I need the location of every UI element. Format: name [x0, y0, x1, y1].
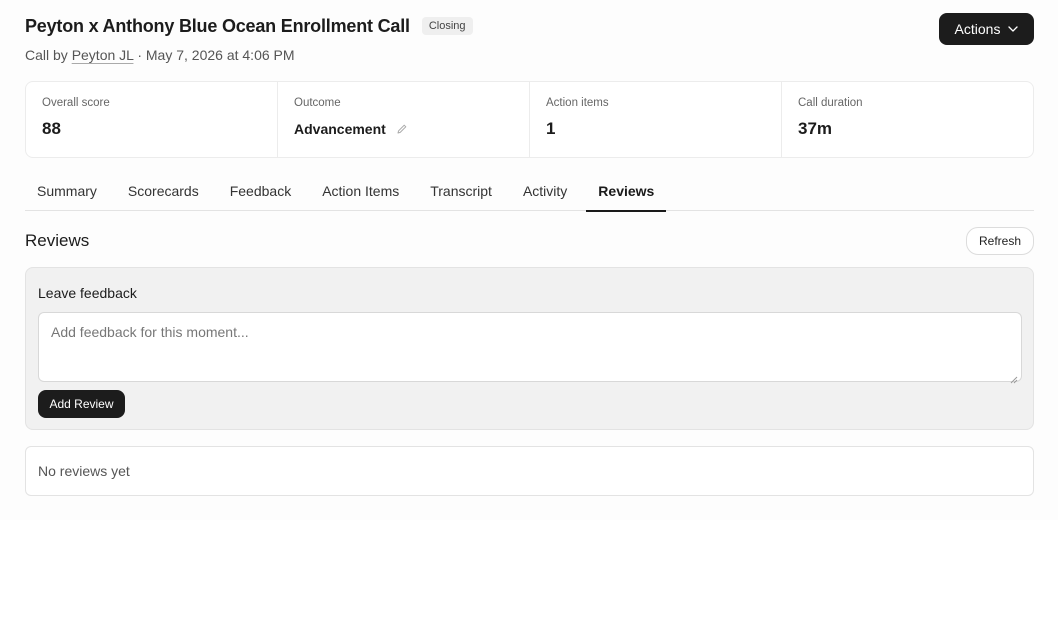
stat-call-duration: Call duration 37m — [782, 82, 1033, 157]
author-link[interactable]: Peyton JL — [72, 47, 134, 63]
tab-bar: Summary Scorecards Feedback Action Items… — [25, 172, 1034, 212]
leave-feedback-label: Leave feedback — [38, 285, 137, 301]
resize-grip-icon[interactable] — [1010, 371, 1018, 389]
stat-value: Advancement — [294, 121, 386, 137]
tab-feedback[interactable]: Feedback — [218, 172, 303, 211]
meta-separator: · — [137, 47, 142, 63]
stat-overall-score: Overall score 88 — [26, 82, 278, 157]
tab-activity[interactable]: Activity — [511, 172, 579, 211]
actions-button[interactable]: Actions — [939, 13, 1034, 45]
chevron-down-icon — [1008, 26, 1019, 32]
leave-feedback-card: Leave feedback Add Review — [25, 267, 1034, 430]
stat-value-row: Advancement — [294, 121, 513, 137]
stats-bar: Overall score 88 Outcome Advancement Act… — [25, 81, 1034, 158]
tab-action-items[interactable]: Action Items — [310, 172, 411, 211]
tab-reviews[interactable]: Reviews — [586, 172, 667, 212]
tab-transcript[interactable]: Transcript — [418, 172, 504, 211]
page-header: Peyton x Anthony Blue Ocean Enrollment C… — [25, 14, 473, 38]
feedback-input[interactable] — [38, 312, 1022, 382]
add-review-button[interactable]: Add Review — [38, 390, 125, 418]
call-by-prefix: Call by — [25, 47, 68, 63]
call-date: May 7, 2026 at 4:06 PM — [145, 47, 295, 63]
stage-badge: Closing — [421, 17, 473, 35]
stat-outcome: Outcome Advancement — [278, 82, 530, 157]
empty-reviews-text: No reviews yet — [38, 463, 130, 479]
stat-action-items: Action items 1 — [530, 82, 782, 157]
refresh-button[interactable]: Refresh — [966, 227, 1034, 255]
stat-label: Outcome — [294, 97, 341, 109]
empty-reviews-card: No reviews yet — [25, 446, 1034, 496]
stat-label: Call duration — [798, 97, 863, 109]
stat-value: 1 — [546, 119, 556, 138]
section-title: Reviews — [25, 231, 90, 250]
call-detail-page: Peyton x Anthony Blue Ocean Enrollment C… — [0, 0, 1058, 520]
stat-value: 88 — [42, 119, 61, 138]
tab-summary[interactable]: Summary — [25, 172, 109, 211]
tab-scorecards[interactable]: Scorecards — [116, 172, 211, 211]
pencil-icon[interactable] — [396, 123, 408, 135]
actions-button-label: Actions — [954, 21, 1001, 37]
stat-label: Overall score — [42, 97, 110, 109]
stat-label: Action items — [546, 97, 609, 109]
stat-value: 37m — [798, 119, 833, 138]
call-meta: Call by Peyton JL · May 7, 2026 at 4:06 … — [25, 47, 295, 63]
page-title: Peyton x Anthony Blue Ocean Enrollment C… — [25, 15, 410, 36]
